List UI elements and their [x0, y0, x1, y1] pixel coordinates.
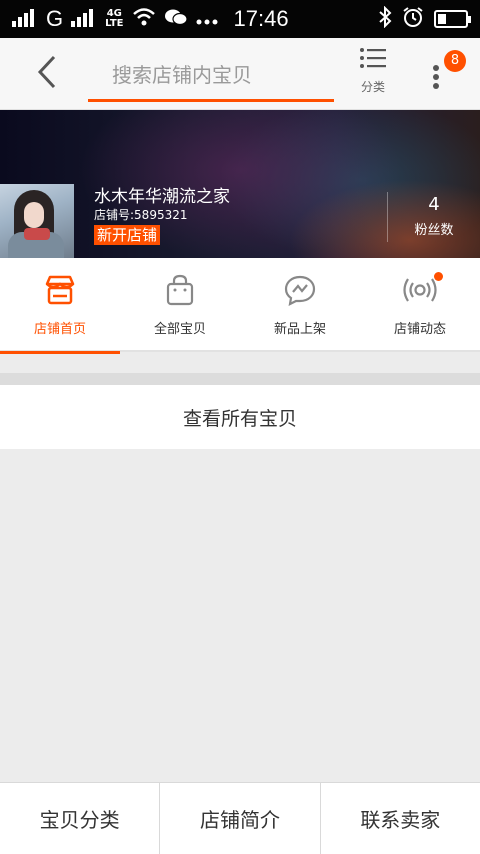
storefront-icon — [43, 274, 77, 310]
chevron-left-icon — [36, 55, 58, 93]
item-categories-button[interactable]: 宝贝分类 — [0, 783, 161, 854]
view-all-items-button[interactable]: 查看所有宝贝 — [0, 385, 480, 449]
shop-avatar[interactable] — [0, 184, 74, 258]
wifi-icon — [132, 7, 156, 32]
signal-icon — [12, 7, 38, 32]
wechat-icon — [164, 7, 188, 32]
tab-label: 全部宝贝 — [153, 322, 206, 337]
more-menu-button[interactable]: 8 — [430, 50, 466, 104]
more-dots-icon — [196, 7, 218, 31]
battery-icon — [434, 10, 471, 28]
shop-banner: 水木年华潮流之家 店铺号:5895321 新开店铺 4 粉丝数 — [0, 110, 480, 258]
tab-label: 店铺首页 — [33, 322, 86, 337]
tab-shop-home[interactable]: 店铺首页 — [0, 258, 120, 354]
search-box[interactable] — [88, 50, 334, 102]
vertical-dots-icon — [430, 65, 442, 98]
back-button[interactable] — [30, 54, 64, 94]
category-button[interactable]: 分类 — [352, 48, 394, 104]
new-shop-tag: 新开店铺 — [94, 225, 161, 245]
fans-label: 粉丝数 — [414, 223, 454, 238]
header: 分类 8 — [0, 38, 480, 110]
bluetooth-icon — [378, 5, 392, 33]
fans-counter[interactable]: 4 粉丝数 — [388, 194, 480, 238]
contact-seller-button[interactable]: 联系卖家 — [321, 783, 480, 854]
tab-all-items[interactable]: 全部宝贝 — [120, 258, 240, 352]
lte-indicator: 4G LTE — [105, 9, 123, 29]
shop-intro-button[interactable]: 店铺简介 — [160, 783, 321, 854]
status-left: G 4G LTE 17:46 — [12, 6, 289, 32]
notification-badge: 8 — [444, 50, 466, 72]
signal-icon-2 — [71, 7, 97, 32]
chat-bubble-icon — [283, 274, 317, 310]
section-divider — [0, 373, 480, 385]
network-type: G — [46, 6, 64, 31]
lte-bottom: LTE — [105, 18, 124, 29]
status-right — [378, 5, 471, 33]
new-update-dot — [434, 272, 443, 281]
status-bar: G 4G LTE 17:46 — [0, 0, 480, 38]
tab-label: 新品上架 — [273, 322, 326, 337]
shop-id: 店铺号:5895321 — [94, 208, 188, 222]
bottom-bar: 宝贝分类 店铺简介 联系卖家 — [0, 782, 480, 854]
search-input[interactable] — [112, 62, 322, 87]
alarm-icon — [402, 6, 424, 33]
tab-shop-updates[interactable]: 店铺动态 — [360, 258, 480, 352]
fans-count: 4 — [428, 194, 440, 215]
shop-tabs: 店铺首页 全部宝贝 新品上架 店铺动态 — [0, 258, 480, 354]
status-time: 17:46 — [233, 6, 289, 31]
tab-label: 店铺动态 — [393, 322, 446, 337]
shop-name: 水木年华潮流之家 — [94, 187, 230, 207]
tab-new-arrivals[interactable]: 新品上架 — [240, 258, 360, 352]
broadcast-icon — [402, 274, 438, 310]
shopping-bag-icon — [163, 274, 197, 310]
category-label: 分类 — [360, 80, 385, 94]
list-icon — [360, 48, 386, 72]
